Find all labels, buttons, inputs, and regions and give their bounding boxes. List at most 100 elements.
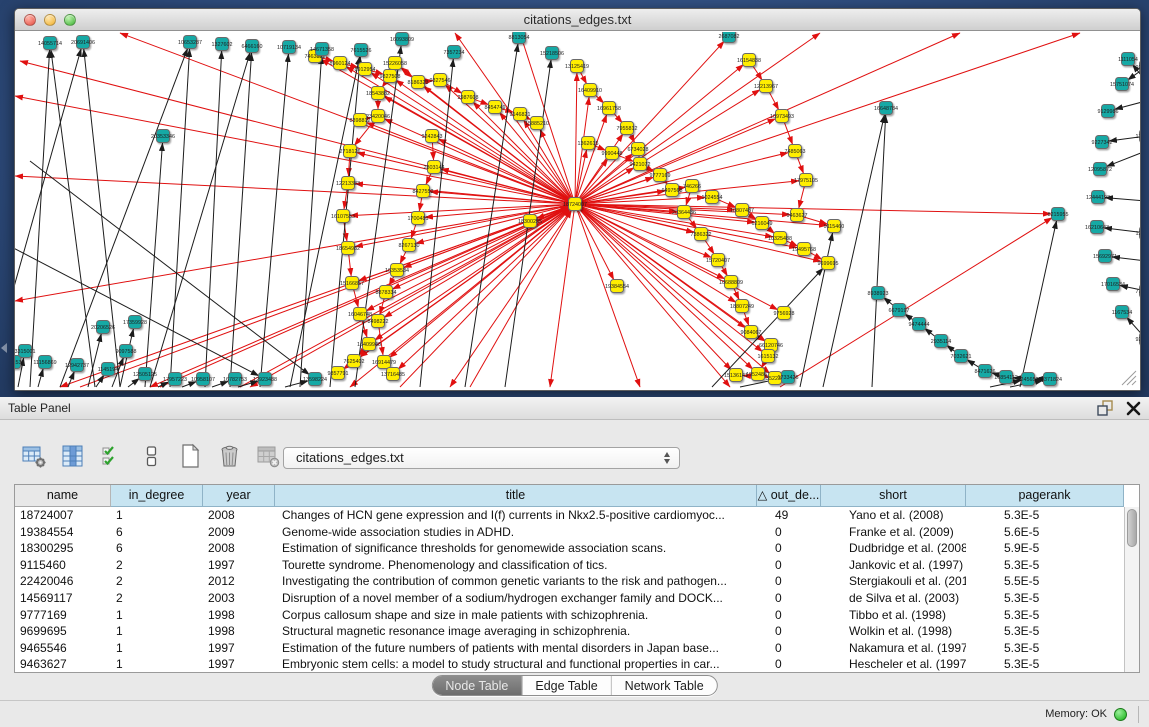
close-panel-icon[interactable] (1126, 401, 1141, 416)
network-edge[interactable] (60, 49, 188, 387)
network-edge[interactable] (240, 207, 569, 387)
table-row[interactable]: 911546021997Tourette syndrome. Phenomeno… (15, 557, 1139, 574)
network-edge[interactable] (734, 288, 739, 299)
network-edge[interactable] (1020, 221, 1056, 387)
tab-node-table[interactable]: Node Table (432, 676, 521, 695)
network-node[interactable]: 1167534 (1112, 306, 1133, 319)
network-node[interactable]: 12942737 (65, 359, 89, 372)
network-node[interactable]: 15226058 (383, 57, 407, 70)
table-row[interactable]: 1872400712008Changes of HCN gene express… (15, 507, 1139, 524)
network-node[interactable]: 2935114 (931, 335, 952, 348)
network-node[interactable]: 17975105 (794, 174, 818, 187)
network-edge[interactable] (1104, 228, 1139, 232)
network-node[interactable]: 16154838 (737, 54, 761, 67)
network-node[interactable]: 7485063 (785, 145, 806, 158)
network-node[interactable]: 16409910 (578, 84, 602, 97)
network-node[interactable]: 15692971 (1093, 250, 1117, 263)
table-settings-icon[interactable] (20, 442, 48, 470)
network-node[interactable]: 13125419 (565, 60, 589, 73)
network-node[interactable]: 7386322 (691, 228, 712, 241)
network-node[interactable]: 1700481 (408, 212, 429, 225)
network-node[interactable]: 7710345 (1136, 285, 1141, 298)
network-node[interactable]: 12444193 (1086, 191, 1110, 204)
network-node[interactable]: 9115460 (824, 220, 845, 233)
column-header-out-de[interactable]: △ out_de... (757, 485, 821, 507)
network-edge[interactable] (1115, 101, 1140, 109)
memory-indicator[interactable] (1114, 708, 1127, 721)
network-node[interactable]: 19384554 (605, 280, 629, 293)
column-header-in-degree[interactable]: in_degree (111, 485, 203, 507)
table-row[interactable]: 2242004622012Investigating the contribut… (15, 573, 1139, 590)
network-edge[interactable] (450, 210, 571, 387)
tab-edge-table[interactable]: Edge Table (521, 676, 610, 695)
network-edge[interactable] (614, 113, 623, 123)
network-node[interactable]: 15166857 (340, 277, 364, 290)
network-edge[interactable] (780, 218, 1052, 387)
network-edge[interactable] (84, 49, 120, 387)
network-edge[interactable] (419, 198, 421, 211)
swap-panel-icon[interactable] (137, 442, 165, 470)
network-edge[interactable] (145, 143, 162, 387)
network-edge[interactable] (349, 255, 351, 276)
network-node[interactable]: 16961758 (597, 102, 621, 115)
network-edge[interactable] (799, 187, 805, 208)
tab-network-table[interactable]: Network Table (611, 676, 717, 695)
network-edge[interactable] (581, 207, 724, 279)
network-edge[interactable] (925, 328, 936, 336)
network-edge[interactable] (15, 96, 568, 203)
scrollbar-thumb[interactable] (1127, 509, 1137, 547)
network-edge[interactable] (595, 95, 604, 103)
table-selector-dropdown[interactable]: citations_edges.txt (283, 447, 680, 469)
network-node[interactable]: 13598224 (303, 373, 327, 386)
network-edge[interactable] (1127, 317, 1140, 334)
network-edge[interactable] (205, 51, 222, 387)
network-node[interactable]: 9097588 (116, 345, 137, 358)
network-node[interactable]: 1111054 (1118, 53, 1138, 66)
network-node[interactable]: 18654982 (336, 242, 360, 255)
network-node[interactable]: 16107553 (331, 210, 355, 223)
network-node[interactable]: 1731805 (1136, 130, 1141, 143)
table-row[interactable]: 1938455462009Genome-wide association stu… (15, 524, 1139, 541)
select-column-icon[interactable] (59, 442, 87, 470)
network-node[interactable]: 12505125 (133, 368, 157, 381)
network-node[interactable]: 8938923 (868, 287, 889, 300)
float-panel-icon[interactable] (1097, 400, 1114, 417)
network-edge[interactable] (128, 378, 139, 387)
network-edge[interactable] (744, 313, 748, 326)
network-node[interactable]: 16782753 (223, 373, 247, 386)
network-window-titlebar[interactable]: citations_edges.txt (15, 9, 1140, 31)
network-edge[interactable] (582, 204, 1051, 214)
column-header-title[interactable]: title (275, 485, 757, 507)
panel-collapse-arrow[interactable] (1, 343, 7, 353)
canvas-resize-grip[interactable] (1122, 371, 1136, 385)
network-node[interactable]: 17359928 (123, 316, 147, 329)
table-row[interactable]: 1830029562008Estimation of significance … (15, 540, 1139, 557)
table-row[interactable]: 946554611997Estimation of the future num… (15, 640, 1139, 657)
network-node[interactable]: 9242843 (422, 130, 443, 143)
network-edge[interactable] (581, 208, 766, 341)
network-node[interactable]: 15751074 (1110, 78, 1134, 91)
network-edge[interactable] (686, 193, 690, 206)
network-node[interactable]: 20691406 (71, 36, 95, 49)
network-edge[interactable] (400, 67, 412, 77)
network-node[interactable]: 12095872 (1088, 163, 1112, 176)
network-edge[interactable] (1107, 151, 1140, 166)
network-edge[interactable] (722, 266, 728, 276)
network-edge[interactable] (769, 92, 778, 110)
network-node[interactable]: 9129986 (1098, 105, 1119, 118)
network-edge[interactable] (797, 158, 803, 174)
network-edge[interactable] (872, 115, 886, 387)
delete-table-icon[interactable] (254, 442, 282, 470)
network-node[interactable]: 9146821 (510, 108, 531, 121)
network-edge[interactable] (300, 56, 322, 387)
network-node[interactable]: 10719134 (277, 41, 301, 54)
network-node[interactable]: 1327602 (212, 38, 233, 51)
delete-column-icon[interactable] (215, 442, 243, 470)
network-node[interactable]: 1024554 (702, 191, 723, 204)
table-row[interactable]: 1456911722003Disruption of a novel membe… (15, 590, 1139, 607)
network-node[interactable]: 12213383 (336, 177, 360, 190)
network-node[interactable]: 14055714 (38, 37, 62, 50)
network-node[interactable]: 7615526 (351, 44, 372, 57)
network-node[interactable]: 17016534 (1101, 278, 1125, 291)
table-row[interactable]: 969969511998Structural magnetic resonanc… (15, 623, 1139, 640)
